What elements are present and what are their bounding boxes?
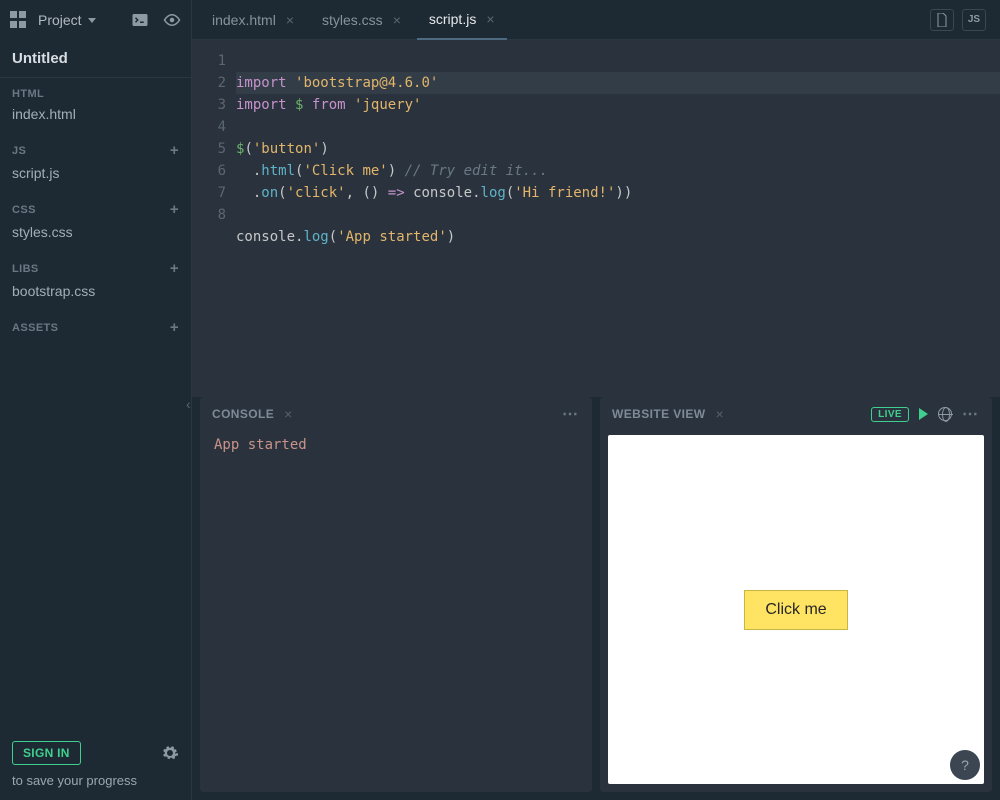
js-chip[interactable]: JS: [962, 9, 986, 31]
section-assets: ASSETS+: [0, 309, 191, 338]
preview-click-me-button[interactable]: Click me: [744, 590, 847, 630]
main-area: ‹ index.html× styles.css× script.js× JS …: [192, 0, 1000, 800]
live-badge: LIVE: [871, 407, 909, 422]
collapse-sidebar-icon[interactable]: ‹: [186, 396, 191, 412]
close-tab-icon[interactable]: ×: [393, 12, 401, 28]
project-label: Project: [38, 12, 82, 28]
sidebar-topstrip: Project: [0, 0, 191, 40]
file-styles-css[interactable]: styles.css: [0, 220, 191, 250]
run-icon[interactable]: [919, 408, 928, 420]
section-libs: LIBS+: [0, 250, 191, 279]
caret-down-icon: [88, 18, 96, 23]
console-pane: CONSOLE × ⋯ App started: [200, 397, 592, 792]
console-title: CONSOLE: [212, 407, 274, 421]
close-tab-icon[interactable]: ×: [286, 12, 294, 28]
globe-icon[interactable]: [938, 407, 952, 421]
preview-title: WEBSITE VIEW: [612, 407, 705, 421]
preview-body[interactable]: Click me: [608, 435, 984, 784]
sign-in-button[interactable]: SIGN IN: [12, 741, 81, 765]
project-menu[interactable]: Project: [38, 12, 96, 28]
section-js: JS+: [0, 132, 191, 161]
close-tab-icon[interactable]: ×: [486, 11, 494, 27]
project-title[interactable]: Untitled: [0, 40, 191, 78]
console-output[interactable]: App started: [200, 431, 592, 792]
code-editor[interactable]: 12345678 import 'bootstrap@4.6.0' import…: [192, 40, 1000, 397]
code-body[interactable]: import 'bootstrap@4.6.0' import $ from '…: [236, 40, 1000, 397]
file-script-js[interactable]: script.js: [0, 161, 191, 191]
save-progress-note: to save your progress: [12, 773, 179, 788]
help-button[interactable]: ?: [950, 750, 980, 780]
close-console-icon[interactable]: ×: [284, 406, 293, 422]
close-preview-icon[interactable]: ×: [715, 406, 724, 422]
tab-script-js[interactable]: script.js×: [417, 0, 507, 40]
section-css: CSS+: [0, 191, 191, 220]
file-bootstrap-css[interactable]: bootstrap.css: [0, 279, 191, 309]
tab-bar: index.html× styles.css× script.js× JS: [192, 0, 1000, 40]
eye-icon[interactable]: [163, 11, 181, 29]
add-js-icon[interactable]: +: [170, 142, 179, 159]
preview-menu-icon[interactable]: ⋯: [962, 404, 980, 424]
terminal-icon[interactable]: [131, 11, 149, 29]
add-asset-icon[interactable]: +: [170, 319, 179, 336]
file-type-chip[interactable]: [930, 9, 954, 31]
line-gutter: 12345678: [192, 40, 236, 397]
tab-index-html[interactable]: index.html×: [200, 0, 306, 40]
section-html: HTML: [0, 78, 191, 102]
add-lib-icon[interactable]: +: [170, 260, 179, 277]
bottom-panes: CONSOLE × ⋯ App started WEBSITE VIEW × L…: [192, 397, 1000, 800]
tab-styles-css[interactable]: styles.css×: [310, 0, 413, 40]
gear-icon[interactable]: [161, 744, 179, 762]
menu-icon[interactable]: [10, 11, 28, 29]
sidebar: Project Untitled HTML index.html JS+ scr…: [0, 0, 192, 800]
preview-pane: WEBSITE VIEW × LIVE ⋯ Click me: [600, 397, 992, 792]
file-index-html[interactable]: index.html: [0, 102, 191, 132]
console-menu-icon[interactable]: ⋯: [562, 404, 580, 424]
add-css-icon[interactable]: +: [170, 201, 179, 218]
